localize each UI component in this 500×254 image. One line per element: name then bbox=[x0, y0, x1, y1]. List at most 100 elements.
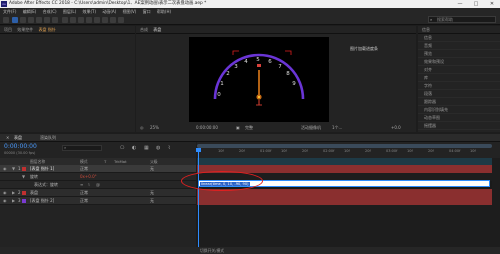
layer-parent[interactable]: 无 bbox=[150, 165, 154, 173]
puppet-icon[interactable] bbox=[118, 17, 124, 23]
playhead-handle[interactable] bbox=[196, 148, 201, 152]
timeline-timecode[interactable]: 0:00:00:00 bbox=[4, 143, 37, 150]
panel-item-paragraph[interactable]: 段落 bbox=[418, 90, 500, 98]
roto-icon[interactable] bbox=[110, 17, 116, 23]
pen-icon[interactable] bbox=[70, 17, 76, 23]
layer-name[interactable]: 表盘 bbox=[30, 189, 38, 197]
menu-effect[interactable]: 效果(T) bbox=[82, 9, 96, 14]
eraser-icon[interactable] bbox=[102, 17, 108, 23]
close-tab-icon[interactable]: ✕ bbox=[6, 134, 9, 142]
expression-graph-icon[interactable]: ⌇ bbox=[88, 181, 90, 189]
work-area-bar[interactable] bbox=[197, 144, 492, 148]
menu-animation[interactable]: 动画(A) bbox=[102, 9, 116, 14]
menu-file[interactable]: 文件(F) bbox=[3, 9, 16, 14]
exposure-value[interactable]: +0.0 bbox=[391, 123, 401, 132]
magnify-icon[interactable]: ◎ bbox=[140, 123, 144, 132]
tab-composition[interactable]: 合成 bbox=[140, 27, 148, 32]
label-color-icon[interactable] bbox=[22, 199, 26, 203]
hand-icon[interactable] bbox=[20, 17, 26, 23]
toggle-switches-modes-button[interactable]: 切换开关/模式 bbox=[200, 247, 224, 254]
property-row-rotation[interactable]: ▼ 旋转 0x+0.0° bbox=[0, 173, 196, 181]
panel-item-character[interactable]: 字符 bbox=[418, 82, 500, 90]
shy-layers-icon[interactable]: ◐ bbox=[132, 145, 136, 151]
expression-toggle-icon[interactable]: ≡ bbox=[80, 181, 83, 189]
panel-item-effects[interactable]: 效果和预设 bbox=[418, 58, 500, 66]
panel-item-wiggler[interactable]: 摇摆器 bbox=[418, 122, 500, 130]
minimize-button[interactable]: — bbox=[452, 0, 468, 8]
panel-item-align[interactable]: 对齐 bbox=[418, 66, 500, 74]
expand-arrow-icon[interactable]: ▼ bbox=[12, 165, 15, 173]
panel-item-library[interactable]: 库 bbox=[418, 74, 500, 82]
comp-flowchart-icon[interactable]: ⎔ bbox=[120, 145, 124, 151]
zoom-icon[interactable] bbox=[28, 17, 34, 23]
select-arrow-icon[interactable] bbox=[12, 17, 18, 23]
panel-item-preview[interactable]: 预览 bbox=[418, 50, 500, 58]
quality-select[interactable]: 完整 bbox=[245, 123, 253, 132]
time-ruler[interactable]: 0f 10f 20f 01:00f 10f 20f 02:00f 10f 20f… bbox=[197, 149, 492, 157]
visibility-eye-icon[interactable]: ◉ bbox=[3, 165, 7, 173]
camera-icon[interactable] bbox=[44, 17, 50, 23]
col-t[interactable]: T bbox=[104, 158, 106, 165]
menu-window[interactable]: 窗口 bbox=[143, 9, 151, 14]
tab-render-queue[interactable]: 渲染队列 bbox=[40, 134, 56, 142]
rotate-icon[interactable] bbox=[36, 17, 42, 23]
composition-viewer[interactable]: 0 1 2 3 4 5 6 7 8 9 bbox=[189, 37, 329, 122]
layer-row-1[interactable]: ◉ ▼ 1 [表盘 指针 1] 正常 无 bbox=[0, 165, 196, 173]
layer-search-input[interactable]: ⌕ bbox=[62, 145, 102, 151]
layer-row-3[interactable]: ◉ ▶ 3 [表盘 指针 2] 正常 无 bbox=[0, 197, 196, 205]
pan-behind-icon[interactable] bbox=[52, 17, 58, 23]
text-icon[interactable] bbox=[78, 17, 84, 23]
search-help-input[interactable]: ⌕ 搜索帮助 bbox=[428, 16, 496, 23]
panel-item-motion-sketch[interactable]: 动态草图 bbox=[418, 114, 500, 122]
close-button[interactable]: ✕ bbox=[484, 0, 500, 8]
rectangle-icon[interactable] bbox=[62, 17, 68, 23]
tab-effect-target[interactable]: 表盘 指针 bbox=[39, 27, 56, 32]
panel-item-content-aware-fill[interactable]: 内容识别填充 bbox=[418, 106, 500, 114]
comp-timecode[interactable]: 0:00:00:00 bbox=[196, 123, 218, 132]
col-trkmat[interactable]: TrkMat bbox=[114, 158, 127, 165]
tab-project[interactable]: 项目 bbox=[4, 27, 12, 32]
expand-arrow-icon[interactable]: ▼ bbox=[22, 173, 25, 181]
panel-item-info[interactable]: 信息 bbox=[418, 34, 500, 42]
tab-timeline-dial[interactable]: 表盘 bbox=[14, 134, 22, 142]
layer-name[interactable]: [表盘 指针 2] bbox=[30, 197, 54, 205]
active-camera-select[interactable]: 活动摄像机 bbox=[301, 123, 321, 132]
menu-layer[interactable]: 图层(L) bbox=[63, 9, 76, 14]
views-select[interactable]: 1个... bbox=[332, 123, 342, 132]
menu-composition[interactable]: 合成(C) bbox=[43, 9, 57, 14]
menu-help[interactable]: 帮助(H) bbox=[157, 9, 171, 14]
expression-row[interactable]: 表达式：旋转 ≡ ⌇ @ bbox=[0, 181, 196, 189]
expand-arrow-icon[interactable]: ▶ bbox=[12, 189, 15, 197]
layer-3-duration-bar[interactable] bbox=[197, 197, 492, 205]
panel-item-audio[interactable]: 音频 bbox=[418, 42, 500, 50]
col-layer-name[interactable]: 图层名称 bbox=[30, 158, 45, 165]
layer-mode[interactable]: 正常 bbox=[80, 197, 88, 205]
layer-2-duration-bar[interactable] bbox=[197, 189, 492, 197]
menu-view[interactable]: 视图(V) bbox=[122, 9, 136, 14]
panel-item-tracker[interactable]: 跟踪器 bbox=[418, 98, 500, 106]
layer-parent[interactable]: 无 bbox=[150, 189, 154, 197]
col-mode[interactable]: 模式 bbox=[80, 158, 88, 165]
camera-icon[interactable]: ▣ bbox=[236, 123, 240, 132]
label-color-icon[interactable] bbox=[22, 167, 26, 171]
graph-editor-icon[interactable]: ⌇ bbox=[168, 145, 170, 151]
layer-row-2[interactable]: ◉ ▶ 2 表盘 正常 无 bbox=[0, 189, 196, 197]
maximize-button[interactable]: □ bbox=[468, 0, 484, 8]
visibility-eye-icon[interactable]: ◉ bbox=[3, 197, 7, 205]
clone-icon[interactable] bbox=[94, 17, 100, 23]
tab-comp-dial[interactable]: 表盘 bbox=[153, 27, 161, 32]
label-color-icon[interactable] bbox=[22, 191, 26, 195]
layer-mode[interactable]: 正常 bbox=[80, 165, 88, 173]
expression-pickwhip-icon[interactable]: @ bbox=[96, 181, 100, 189]
menu-edit[interactable]: 编辑(E) bbox=[23, 9, 37, 14]
rotation-value[interactable]: 0x+0.0° bbox=[80, 173, 97, 181]
layer-parent[interactable]: 无 bbox=[150, 197, 154, 205]
layer-mode[interactable]: 正常 bbox=[80, 189, 88, 197]
layer-name[interactable]: [表盘 指针 1] bbox=[30, 165, 54, 173]
home-icon[interactable] bbox=[3, 17, 9, 23]
frame-blending-icon[interactable]: ▦ bbox=[144, 145, 149, 151]
motion-blur-icon[interactable]: ◍ bbox=[156, 145, 160, 151]
zoom-level[interactable]: 25% bbox=[150, 123, 159, 132]
visibility-eye-icon[interactable]: ◉ bbox=[3, 189, 7, 197]
brush-icon[interactable] bbox=[86, 17, 92, 23]
